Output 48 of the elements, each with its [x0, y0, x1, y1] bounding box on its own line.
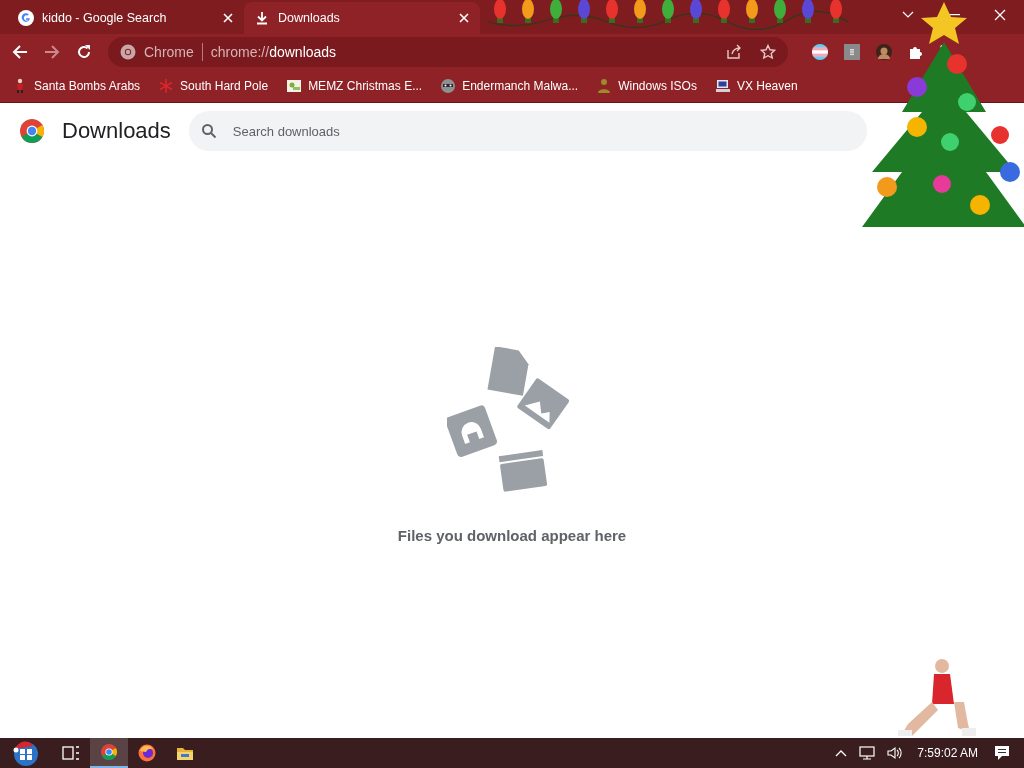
url-text: chrome://downloads	[210, 44, 337, 60]
notification-icon[interactable]	[994, 745, 1010, 761]
computer-icon	[714, 78, 731, 94]
close-icon[interactable]	[458, 12, 470, 24]
start-icon	[13, 740, 39, 766]
browser-tab[interactable]: kiddo - Google Search	[8, 2, 244, 34]
bookmark-item[interactable]: MEMZ Christmas E...	[286, 78, 423, 94]
puzzle-icon[interactable]	[908, 44, 924, 60]
search-bar[interactable]: Search downloads	[188, 111, 867, 151]
address-bar[interactable]: Chrome chrome://downloads	[108, 37, 788, 67]
close-icon[interactable]	[994, 9, 1006, 21]
chevron-down-icon[interactable]	[902, 11, 914, 19]
close-icon[interactable]	[222, 12, 234, 24]
bookmark-item[interactable]: Windows ISOs	[596, 78, 697, 94]
search-input[interactable]: Search downloads	[230, 122, 855, 140]
search-icon	[200, 123, 217, 139]
download-icon	[254, 10, 270, 26]
bookmark-star-icon[interactable]	[760, 44, 776, 60]
volume-icon[interactable]	[887, 746, 904, 760]
bookmark-item[interactable]: South Hard Pole	[158, 78, 269, 94]
google-icon	[18, 10, 34, 26]
back-icon[interactable]	[12, 44, 28, 60]
avatar-icon[interactable]	[876, 44, 892, 60]
chrome-logo-icon	[20, 119, 44, 143]
bookmark-item[interactable]: VX Heaven	[714, 78, 798, 94]
firefox-icon	[138, 744, 156, 762]
share-icon[interactable]	[726, 44, 742, 60]
network-icon[interactable]	[859, 746, 876, 760]
person-icon	[596, 78, 613, 94]
folder-icon	[176, 745, 194, 761]
site-label: Chrome	[144, 44, 194, 60]
forward-icon	[44, 44, 60, 60]
raccoon-icon	[440, 78, 457, 94]
chrome-icon	[101, 744, 117, 760]
bookmark-item[interactable]: Endermanch Malwa...	[440, 78, 579, 94]
taskbar-chrome-button[interactable]	[90, 738, 128, 768]
empty-message: Files you download appear here	[397, 527, 627, 544]
clock-time[interactable]: 7:59:02 AM	[917, 746, 978, 760]
chevron-up-icon[interactable]	[835, 749, 848, 757]
snowflake-icon	[158, 78, 175, 94]
browser-tab[interactable]: Downloads	[244, 2, 480, 34]
picture-icon	[286, 78, 303, 94]
chrome-icon	[120, 44, 136, 60]
bookmark-item[interactable]: Santa Bombs Arabs	[12, 78, 141, 94]
striped-circle-icon[interactable]	[812, 44, 828, 60]
task-view-icon	[62, 745, 80, 761]
reload-icon[interactable]	[76, 44, 92, 60]
page-title: Downloads	[62, 118, 171, 144]
